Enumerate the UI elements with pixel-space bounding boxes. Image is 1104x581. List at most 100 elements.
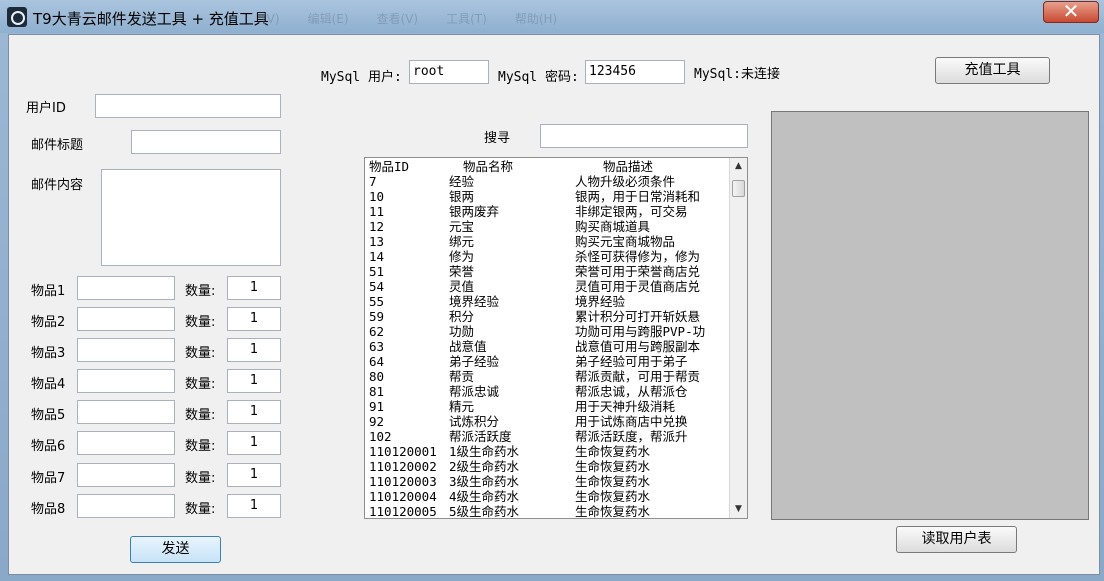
list-item-name: 功勋 (449, 324, 474, 339)
scroll-up-arrow-icon[interactable]: ▲ (730, 158, 747, 175)
list-item-description: 人物升级必须条件 (575, 174, 675, 189)
send-button[interactable]: 发送 (130, 536, 221, 563)
mail-title-input[interactable] (131, 130, 281, 154)
list-item-description: 累计积分可打开斩妖悬 (575, 309, 700, 324)
mysql-user-input[interactable]: root (409, 60, 489, 84)
item-input[interactable] (77, 307, 175, 331)
list-item-description: 银两，用于日常消耗和 (575, 189, 700, 204)
list-item-description: 荣誉可用于荣誉商店兑 (575, 264, 700, 279)
item-input[interactable] (77, 494, 175, 518)
item-list[interactable]: 物品ID 物品名称 物品描述 7经验人物升级必须条件10银两银两，用于日常消耗和… (364, 157, 748, 519)
list-item-name: 3级生命药水 (449, 474, 519, 489)
scrollbar-thumb[interactable] (732, 180, 745, 197)
list-item-id: 54 (369, 279, 384, 294)
list-item-name: 元宝 (449, 219, 474, 234)
item-input[interactable] (77, 338, 175, 362)
list-item-name: 帮派活跃度 (449, 429, 512, 444)
client-area: MySql 用户: root MySql 密码: 123456 MySql:未连… (8, 34, 1100, 575)
list-item-name: 5级生命药水 (449, 504, 519, 519)
user-id-input[interactable] (95, 94, 281, 118)
list-item-name: 积分 (449, 309, 474, 324)
search-label: 搜寻 (484, 127, 510, 146)
mysql-password-label: MySql 密码: (498, 66, 579, 85)
recharge-tool-button[interactable]: 充值工具 (935, 57, 1050, 84)
list-item-name: 弟子经验 (449, 354, 499, 369)
list-item-id: 110120003 (369, 474, 437, 489)
list-item-id: 102 (369, 429, 392, 444)
list-item-name: 战意值 (449, 339, 487, 354)
item-input[interactable] (77, 431, 175, 455)
list-item-id: 10 (369, 189, 384, 204)
list-item-description: 用于试炼商店中兑换 (575, 414, 688, 429)
item-quantity-label: 数量: (185, 311, 215, 330)
item-input[interactable] (77, 276, 175, 300)
vertical-scrollbar[interactable]: ▲ ▼ (729, 158, 747, 518)
item-label: 物品7 (31, 467, 65, 486)
list-item-name: 1级生命药水 (449, 444, 519, 459)
item-quantity-label: 数量: (185, 373, 215, 392)
read-user-table-button[interactable]: 读取用户表 (896, 526, 1017, 553)
header-item-description: 物品描述 (603, 159, 653, 174)
title-bar[interactable]: T9大青云邮件发送工具 + 充值工具 (V)编辑(E)查看(V)工具(T)帮助(… (0, 0, 1104, 33)
item-quantity-input[interactable]: 1 (227, 338, 281, 362)
item-quantity-input[interactable]: 1 (227, 369, 281, 393)
list-item-id: 110120004 (369, 489, 437, 504)
header-item-name: 物品名称 (463, 159, 513, 174)
list-item-name: 灵值 (449, 279, 474, 294)
mail-content-textarea[interactable] (101, 169, 281, 266)
list-item-description: 非绑定银两，可交易 (575, 204, 688, 219)
item-label: 物品5 (31, 404, 65, 423)
item-input[interactable] (77, 400, 175, 424)
item-quantity-input[interactable]: 1 (227, 431, 281, 455)
header-item-id: 物品ID (369, 159, 409, 174)
list-item-id: 110120001 (369, 444, 437, 459)
list-item-name: 精元 (449, 399, 474, 414)
ghost-menu-edit: 编辑(E) (308, 12, 349, 26)
list-item-description: 用于天神升级消耗 (575, 399, 675, 414)
item-quantity-label: 数量: (185, 404, 215, 423)
list-item-id: 110120005 (369, 504, 437, 519)
item-label: 物品1 (31, 280, 65, 299)
list-item-description: 购买商城道具 (575, 219, 650, 234)
close-button[interactable]: ✕ (1043, 1, 1099, 23)
item-quantity-label: 数量: (185, 342, 215, 361)
item-quantity-input[interactable]: 1 (227, 307, 281, 331)
user-id-label: 用户ID (26, 97, 66, 116)
main-window: T9大青云邮件发送工具 + 充值工具 (V)编辑(E)查看(V)工具(T)帮助(… (0, 0, 1104, 581)
list-item-description: 生命恢复药水 (575, 474, 650, 489)
list-item-id: 91 (369, 399, 384, 414)
list-item-name: 帮贡 (449, 369, 474, 384)
mysql-user-label: MySql 用户: (321, 66, 402, 85)
scroll-down-arrow-icon[interactable]: ▼ (730, 501, 747, 518)
list-item-id: 81 (369, 384, 384, 399)
list-item-id: 51 (369, 264, 384, 279)
item-input[interactable] (77, 463, 175, 487)
item-label: 物品3 (31, 342, 65, 361)
list-item-name: 绑元 (449, 234, 474, 249)
list-item-id: 92 (369, 414, 384, 429)
list-item-name: 试炼积分 (449, 414, 499, 429)
item-quantity-input[interactable]: 1 (227, 463, 281, 487)
item-input[interactable] (77, 369, 175, 393)
item-quantity-input[interactable]: 1 (227, 276, 281, 300)
item-quantity-input[interactable]: 1 (227, 400, 281, 424)
gear-app-icon (7, 7, 27, 27)
item-quantity-input[interactable]: 1 (227, 494, 281, 518)
list-item-description: 功勋可用与跨服PVP-功 (575, 324, 705, 339)
list-item-id: 7 (369, 174, 377, 189)
mysql-password-input[interactable]: 123456 (585, 60, 685, 84)
item-quantity-label: 数量: (185, 280, 215, 299)
list-item-name: 修为 (449, 249, 474, 264)
preview-panel (771, 111, 1089, 520)
list-item-name: 银两废弃 (449, 204, 499, 219)
list-item-id: 110120002 (369, 459, 437, 474)
list-item-description: 帮派活跃度，帮派升 (575, 429, 688, 444)
list-item-id: 55 (369, 294, 384, 309)
list-item-name: 经验 (449, 174, 474, 189)
list-item-id: 80 (369, 369, 384, 384)
search-input[interactable] (540, 124, 748, 148)
mail-title-label: 邮件标题 (31, 134, 83, 153)
item-label: 物品6 (31, 435, 65, 454)
item-quantity-label: 数量: (185, 498, 215, 517)
item-quantity-label: 数量: (185, 435, 215, 454)
